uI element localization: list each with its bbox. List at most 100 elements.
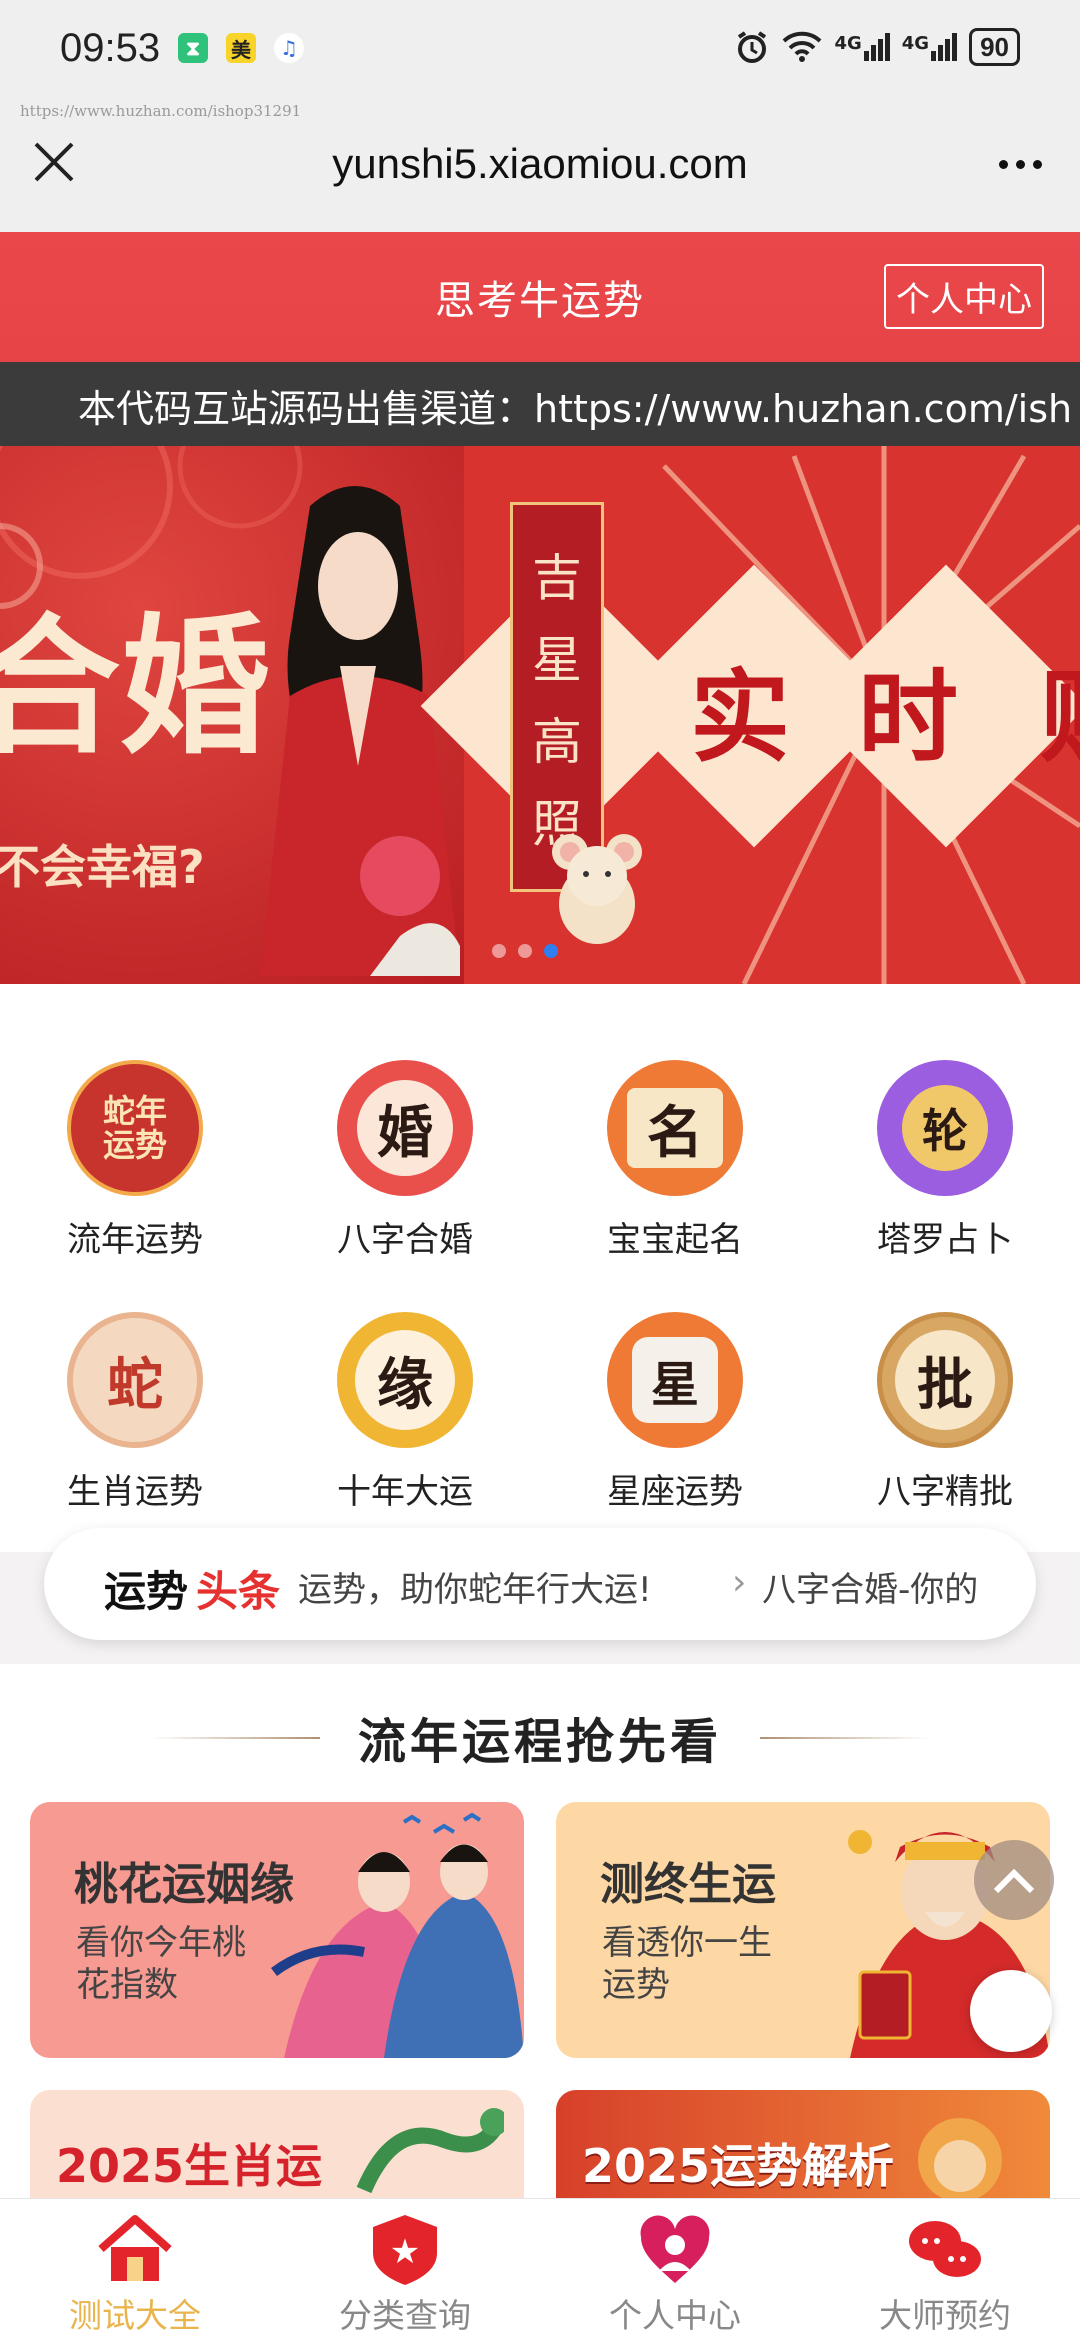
- grid-label: 十年大运: [337, 1472, 473, 1512]
- banner-char-1: 实: [690, 658, 790, 776]
- banner-sub-text: 不会幸福?: [0, 840, 205, 894]
- grid-glyph: 名: [627, 1088, 723, 1168]
- grid-label: 流年运势: [67, 1220, 203, 1260]
- baby-name-icon: 名: [607, 1060, 743, 1196]
- feature-grid: 蛇年运势 流年运势 婚 八字合婚 名 宝宝起名 轮 塔罗占卜 蛇 生肖运势 缘 …: [0, 1010, 1080, 1550]
- signal-1-icon: 4G: [834, 33, 890, 61]
- grid-item-dayun[interactable]: 缘 十年大运: [295, 1312, 515, 1532]
- vertical-char-2: 星: [532, 631, 582, 689]
- chevron-up-icon: [993, 1868, 1035, 1894]
- scroll-top-button[interactable]: [974, 1840, 1054, 1920]
- banner-char-2: 时: [858, 658, 958, 776]
- battery-indicator: 90: [969, 28, 1020, 66]
- tab-master-booking[interactable]: 大师预约: [810, 2199, 1080, 2341]
- grid-item-liunian[interactable]: 蛇年运势 流年运势: [25, 1060, 245, 1280]
- status-bar: 09:53 ⧗ 美 ♫ 4G 4G 90: [0, 0, 1080, 100]
- constellation-icon: 星: [607, 1312, 743, 1448]
- news-tag-part1: 运势: [104, 1567, 189, 1616]
- grid-glyph: 蛇: [107, 1351, 163, 1418]
- grid-label: 生肖运势: [67, 1472, 203, 1512]
- bottom-tab-bar: 测试大全 ★ 分类查询 个人中心 大师预约: [0, 2198, 1080, 2340]
- url-text[interactable]: yunshi5.xiaomiou.com: [0, 140, 1080, 188]
- section-title: 流年运程抢先看: [357, 1714, 722, 1770]
- news-item-1[interactable]: 运势，助你蛇年行大运!: [298, 1562, 652, 1611]
- grid-item-taluo[interactable]: 轮 塔罗占卜: [835, 1060, 1055, 1280]
- card-title: 2025运势解析: [582, 2139, 895, 2193]
- news-item-2[interactable]: 八字合婚-你的: [762, 1562, 978, 1611]
- couple-illustration: [271, 1812, 524, 2058]
- wifi-icon: [783, 31, 822, 62]
- signal-2-icon: 4G: [901, 33, 958, 61]
- grid-glyph: 批: [895, 1330, 995, 1430]
- carousel-dots[interactable]: [492, 944, 558, 958]
- floating-assistive-button[interactable]: [970, 1970, 1052, 2052]
- card-title: 桃花运姻缘: [74, 1859, 294, 1910]
- home-icon: [98, 2215, 172, 2281]
- snake-year-icon: 蛇年运势: [67, 1060, 203, 1196]
- banner-big-text: 合婚: [0, 599, 271, 775]
- tab-label: 个人中心: [609, 2296, 741, 2335]
- grid-item-jingpi[interactable]: 批 八字精批: [835, 1312, 1055, 1532]
- network-label-2: 4G: [901, 33, 930, 54]
- bazi-analysis-icon: 批: [877, 1312, 1013, 1448]
- grid-glyph: 星: [632, 1337, 718, 1423]
- mouse-mascot-icon: [552, 834, 642, 944]
- grid-glyph: 缘: [355, 1330, 455, 1430]
- grid-item-xingzuo[interactable]: 星 星座运势: [565, 1312, 785, 1532]
- vertical-char-1: 吉: [532, 549, 582, 607]
- status-time: 09:53: [60, 26, 161, 70]
- watermark-text: https://www.huzhan.com/ishop31291: [20, 102, 302, 120]
- grid-label: 宝宝起名: [607, 1220, 743, 1260]
- grid-item-hehun[interactable]: 婚 八字合婚: [295, 1060, 515, 1280]
- carousel-dot-active[interactable]: [544, 944, 558, 958]
- card-subtitle: 看透你一生运势: [602, 1923, 772, 2005]
- profile-heart-icon: [640, 2215, 710, 2283]
- tab-label: 大师预约: [879, 2296, 1011, 2335]
- chat-bubbles-icon: [909, 2221, 981, 2277]
- card-title: 2025生肖运: [56, 2139, 323, 2193]
- more-options-icon[interactable]: [999, 160, 1042, 169]
- grid-label: 八字精批: [877, 1472, 1013, 1512]
- chevron-right-icon: ›: [732, 1562, 747, 1603]
- vertical-char-3: 高: [532, 713, 582, 771]
- app-header: 思考牛运势 个人中心: [0, 232, 1080, 362]
- grid-item-qiming[interactable]: 名 宝宝起名: [565, 1060, 785, 1280]
- marriage-icon: 婚: [337, 1060, 473, 1196]
- carousel-dot[interactable]: [492, 944, 506, 958]
- news-headline-bar[interactable]: 运势 头条 运势，助你蛇年行大运! › 八字合婚-你的: [44, 1528, 1036, 1640]
- zodiac-snake-icon: 蛇: [67, 1312, 203, 1448]
- dragon-illustration: [356, 2108, 504, 2194]
- grid-glyph: 轮: [902, 1085, 988, 1171]
- hourglass-app-icon: ⧗: [178, 33, 208, 63]
- tab-label: 分类查询: [339, 2296, 471, 2335]
- card-peach-blossom[interactable]: 桃花运姻缘 看你今年桃花指数: [30, 1802, 524, 2058]
- grid-glyph: 蛇年运势: [102, 1092, 167, 1164]
- ticker-text: 本代码互站源码出售渠道：https://www.huzhan.com/ish: [78, 387, 1073, 431]
- alarm-icon: [738, 31, 767, 63]
- tab-label: 测试大全: [69, 2296, 201, 2335]
- grid-label: 星座运势: [607, 1472, 743, 1512]
- news-tag-part2: 头条: [196, 1567, 281, 1616]
- banner-slide-marriage[interactable]: 合婚 不会幸福?: [0, 446, 464, 984]
- status-right-group: 4G 4G 90: [734, 28, 1020, 66]
- carousel-dot[interactable]: [518, 944, 532, 958]
- tarot-icon: 轮: [877, 1060, 1013, 1196]
- tab-category[interactable]: ★ 分类查询: [270, 2199, 540, 2341]
- tab-personal-center[interactable]: 个人中心: [540, 2199, 810, 2341]
- svg-text:★: ★: [390, 2232, 420, 2272]
- card-title: 测终生运: [600, 1859, 776, 1910]
- grid-label: 塔罗占卜: [877, 1220, 1013, 1260]
- grid-item-shengxiao[interactable]: 蛇 生肖运势: [25, 1312, 245, 1532]
- banner-carousel[interactable]: 合婚 不会幸福? 吉 星 高 照 实 时 财: [0, 446, 1080, 984]
- category-badge-icon: ★: [373, 2215, 437, 2285]
- network-label-1: 4G: [834, 33, 862, 54]
- tab-test-all[interactable]: 测试大全: [0, 2199, 270, 2341]
- grid-label: 八字合婚: [337, 1220, 473, 1260]
- music-app-icon: ♫: [274, 33, 304, 63]
- personal-center-button[interactable]: 个人中心: [884, 264, 1044, 329]
- meituan-app-icon: 美: [226, 33, 256, 63]
- grid-glyph: 婚: [357, 1080, 453, 1176]
- monkey-illustration: [918, 2118, 1002, 2200]
- decade-fortune-icon: 缘: [337, 1312, 473, 1448]
- bride-illustration: [260, 486, 460, 976]
